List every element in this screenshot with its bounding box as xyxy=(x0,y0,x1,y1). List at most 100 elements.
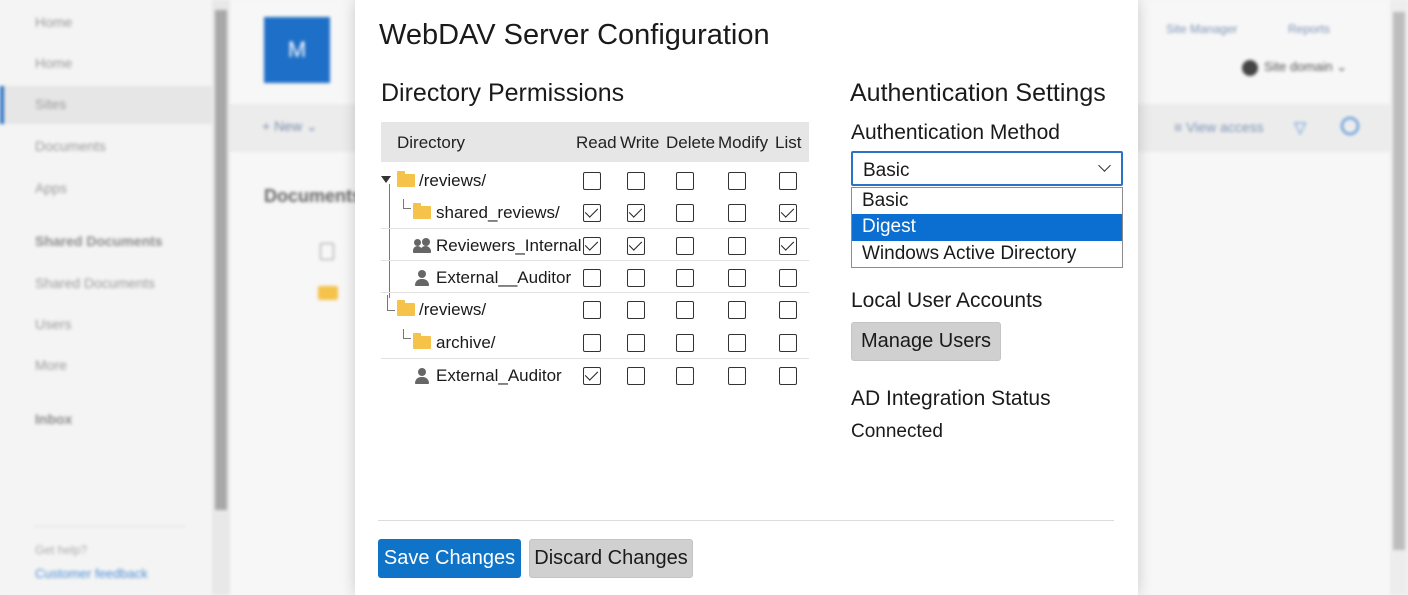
directory-name: archive/ xyxy=(436,333,496,352)
webdav-config-dialog: WebDAV Server Configuration Directory Pe… xyxy=(355,0,1138,595)
write-checkbox[interactable] xyxy=(627,334,645,352)
bg-nav-item: Home xyxy=(35,14,73,30)
modify-checkbox[interactable] xyxy=(728,172,746,190)
folder-icon xyxy=(413,333,431,349)
bg-folder-icon xyxy=(318,286,338,300)
expand-caret-icon[interactable] xyxy=(381,176,391,183)
list-checkbox[interactable] xyxy=(779,204,797,222)
bg-sidebar-scrollbar xyxy=(212,0,230,595)
write-checkbox[interactable] xyxy=(627,367,645,385)
permission-row: External_Auditor xyxy=(381,358,809,390)
list-checkbox[interactable] xyxy=(779,334,797,352)
bg-domain-menu: Site domain ⌄ xyxy=(1242,59,1347,76)
auth-method-selected-value: Basic xyxy=(863,160,910,181)
directory-name: /reviews/ xyxy=(419,300,487,319)
write-checkbox[interactable] xyxy=(627,204,645,222)
auth-option-basic[interactable]: Basic xyxy=(852,188,1122,214)
save-changes-button[interactable]: Save Changes xyxy=(378,539,521,578)
bg-nav-item: Users xyxy=(35,316,72,332)
delete-checkbox[interactable] xyxy=(676,269,694,287)
modify-checkbox[interactable] xyxy=(728,237,746,255)
auth-section-title: Authentication Settings xyxy=(850,79,1106,107)
tree-elbow xyxy=(387,295,395,311)
permission-row: External__Auditor xyxy=(381,260,809,292)
folder-icon xyxy=(397,171,415,187)
bg-new-button: + New ⌄ xyxy=(262,118,318,134)
permission-row: shared_reviews/ xyxy=(381,196,809,228)
bg-nav-item: Shared Documents xyxy=(35,233,163,249)
background-sidebar-selected xyxy=(0,86,212,124)
tree-elbow xyxy=(403,329,411,339)
bg-feedback-link: Customer feedback xyxy=(35,566,148,581)
directory-name: External_Auditor xyxy=(436,366,562,385)
bg-reports-link: Reports xyxy=(1288,22,1331,36)
delete-checkbox[interactable] xyxy=(676,204,694,222)
permission-row: archive/ xyxy=(381,326,809,358)
info-icon xyxy=(1341,117,1359,135)
auth-option-windows-ad[interactable]: Windows Active Directory xyxy=(852,241,1122,267)
list-checkbox[interactable] xyxy=(779,237,797,255)
permission-row: Reviewers_Internal xyxy=(381,228,809,260)
dialog-title: WebDAV Server Configuration xyxy=(379,19,770,51)
group-icon xyxy=(413,238,431,254)
bg-nav-item: Inbox xyxy=(35,411,73,427)
bg-documents-heading: Documents xyxy=(264,186,363,206)
local-users-label: Local User Accounts xyxy=(851,289,1043,312)
bg-nav-item: Documents xyxy=(35,138,106,154)
modify-checkbox[interactable] xyxy=(728,334,746,352)
write-checkbox[interactable] xyxy=(627,172,645,190)
discard-changes-button[interactable]: Discard Changes xyxy=(529,539,693,578)
background-sidebar: Home Home Sites Documents Apps Shared Do… xyxy=(0,0,212,595)
modify-checkbox[interactable] xyxy=(728,204,746,222)
permission-row: /reviews/ xyxy=(381,292,809,326)
folder-icon xyxy=(397,300,415,316)
delete-checkbox[interactable] xyxy=(676,334,694,352)
write-checkbox[interactable] xyxy=(627,237,645,255)
permissions-table-header: Directory Read Write Delete Modify List xyxy=(381,122,809,162)
read-checkbox[interactable] xyxy=(583,237,601,255)
delete-checkbox[interactable] xyxy=(676,367,694,385)
modify-checkbox[interactable] xyxy=(728,301,746,319)
directory-name: shared_reviews/ xyxy=(436,203,560,222)
tree-elbow xyxy=(403,199,411,209)
auth-option-digest[interactable]: Digest xyxy=(852,214,1122,241)
bg-site-tile: M xyxy=(264,17,330,83)
bg-nav-item: More xyxy=(35,357,67,373)
col-write: Write xyxy=(620,133,660,152)
modify-checkbox[interactable] xyxy=(728,367,746,385)
directory-name: External__Auditor xyxy=(436,268,572,287)
list-checkbox[interactable] xyxy=(779,301,797,319)
bg-divider xyxy=(35,526,185,527)
delete-checkbox[interactable] xyxy=(676,172,694,190)
list-checkbox[interactable] xyxy=(779,172,797,190)
read-checkbox[interactable] xyxy=(583,301,601,319)
read-checkbox[interactable] xyxy=(583,204,601,222)
delete-checkbox[interactable] xyxy=(676,301,694,319)
read-checkbox[interactable] xyxy=(583,269,601,287)
auth-method-select[interactable]: Basic xyxy=(851,151,1123,186)
read-checkbox[interactable] xyxy=(583,367,601,385)
modify-checkbox[interactable] xyxy=(728,269,746,287)
footer-divider xyxy=(378,520,1114,521)
delete-checkbox[interactable] xyxy=(676,237,694,255)
bg-site-manager-link: Site Manager xyxy=(1166,22,1238,36)
write-checkbox[interactable] xyxy=(627,269,645,287)
directory-name: /reviews/ xyxy=(419,171,487,190)
directory-name: Reviewers_Internal xyxy=(436,236,582,255)
list-checkbox[interactable] xyxy=(779,269,797,287)
bg-help-text: Get help? xyxy=(35,543,88,557)
read-checkbox[interactable] xyxy=(583,172,601,190)
manage-users-button[interactable]: Manage Users xyxy=(851,322,1001,361)
list-checkbox[interactable] xyxy=(779,367,797,385)
col-read: Read xyxy=(576,133,617,152)
ad-status-label: AD Integration Status xyxy=(851,387,1051,410)
bg-view-access: ≡ View access xyxy=(1174,119,1264,135)
write-checkbox[interactable] xyxy=(627,301,645,319)
auth-method-dropdown: Basic Digest Windows Active Directory xyxy=(851,187,1123,268)
bg-file-icon xyxy=(320,243,334,260)
user-icon xyxy=(415,270,429,286)
permissions-table-body: /reviews/shared_reviews/Reviewers_Intern… xyxy=(381,164,809,390)
folder-icon xyxy=(413,203,431,219)
chevron-down-icon xyxy=(1098,159,1111,172)
read-checkbox[interactable] xyxy=(583,334,601,352)
